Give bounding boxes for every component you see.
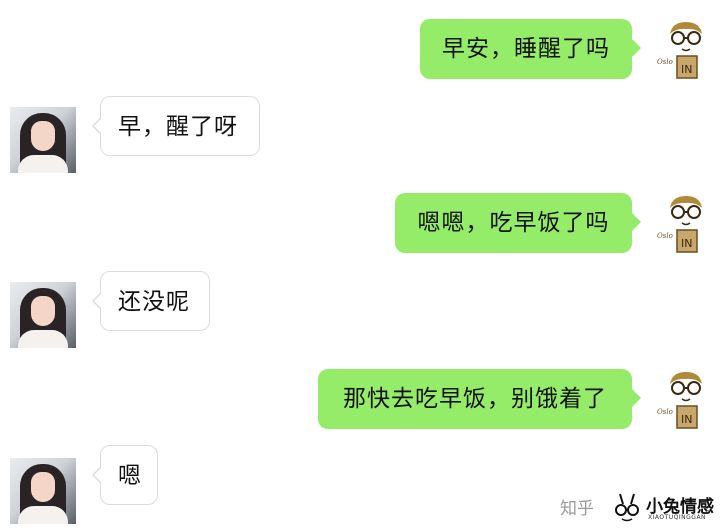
girl-photo-avatar[interactable] [10, 107, 76, 173]
received-message-bubble[interactable]: 嗯 [92, 445, 158, 505]
zhihu-watermark-text: 知乎 [560, 499, 594, 519]
girl-photo-avatar[interactable] [10, 282, 76, 348]
sketch-character-icon: IN Oslo [657, 372, 702, 429]
boy-sketch-avatar[interactable]: IN Oslo [656, 16, 716, 82]
svg-text:IN: IN [681, 63, 692, 76]
sketch-character-icon: IN Oslo [657, 22, 702, 79]
message-row: 嗯嗯，吃早饭了吗 IN Oslo [0, 190, 720, 256]
brand-subtitle: XIAOTUQINGGAN [648, 514, 707, 521]
watermark: 知乎 小兔情感 XIAOTUQINGGAN [558, 488, 720, 532]
boy-sketch-avatar[interactable]: IN Oslo [656, 366, 716, 432]
face-shape [31, 472, 55, 502]
dress-shape [18, 155, 68, 173]
girl-photo-avatar[interactable] [10, 458, 76, 524]
sent-message-bubble[interactable]: 那快去吃早饭，别饿着了 [318, 369, 641, 429]
svg-text:Oslo: Oslo [657, 58, 673, 66]
svg-text:Oslo: Oslo [657, 232, 673, 240]
dress-shape [18, 506, 68, 524]
face-shape [31, 296, 55, 326]
svg-text:Oslo: Oslo [657, 408, 673, 416]
received-message-bubble[interactable]: 早，醒了呀 [92, 96, 260, 156]
sent-message-bubble[interactable]: 早安，睡醒了吗 [420, 19, 641, 79]
face-shape [31, 121, 55, 151]
message-row: 早，醒了呀 [0, 96, 720, 173]
boy-sketch-avatar[interactable]: IN Oslo [656, 190, 716, 256]
sketch-character-icon: IN Oslo [657, 196, 702, 253]
received-message-bubble[interactable]: 还没呢 [92, 271, 210, 331]
svg-text:IN: IN [681, 413, 692, 426]
svg-text:IN: IN [681, 237, 692, 250]
dress-shape [18, 330, 68, 348]
message-row: 那快去吃早饭，别饿着了 IN Oslo [0, 366, 720, 432]
message-row: 早安，睡醒了吗 IN Oslo [0, 16, 720, 82]
rabbit-glasses-logo-icon [615, 493, 639, 522]
message-row: 还没呢 [0, 271, 720, 348]
sent-message-bubble[interactable]: 嗯嗯，吃早饭了吗 [395, 193, 641, 253]
